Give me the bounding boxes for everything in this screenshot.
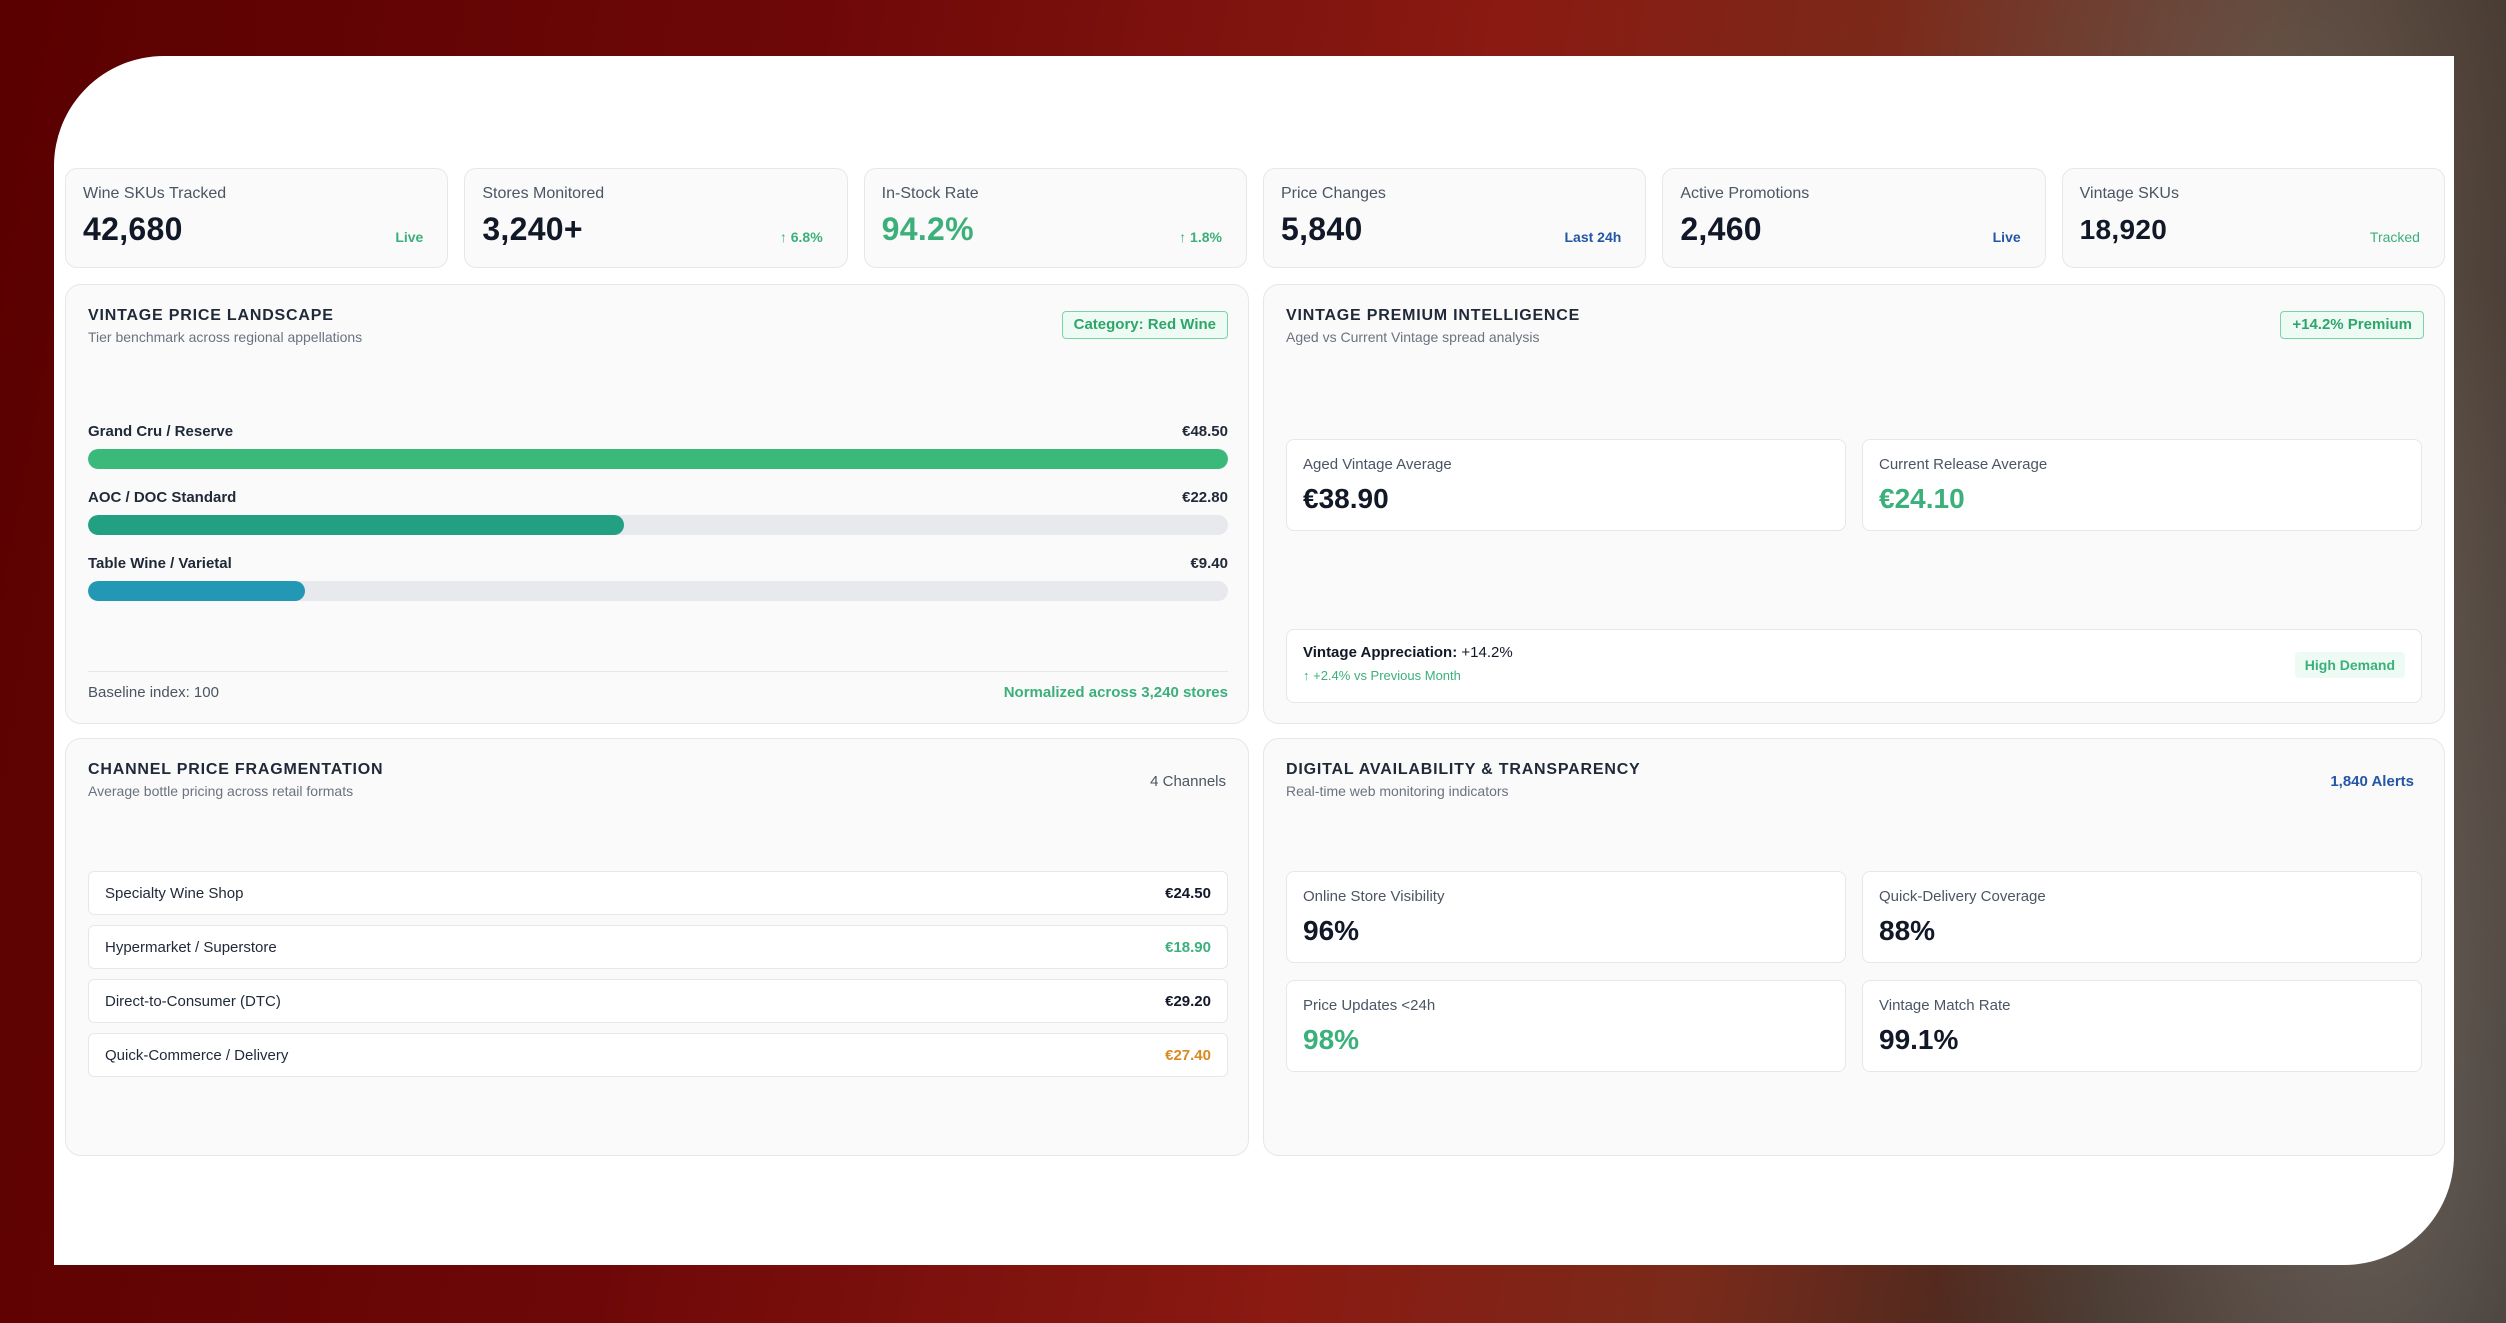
vintage-premium-card: VINTAGE PREMIUM INTELLIGENCE Aged vs Cur… — [1263, 284, 2445, 724]
kpi-label: Wine SKUs Tracked — [83, 185, 227, 202]
card-footer: Baseline index: 100 Normalized across 3,… — [88, 671, 1228, 701]
kpi-label: Stores Monitored — [482, 185, 605, 202]
channel-count: 4 Channels — [1150, 773, 1226, 790]
tier-row: AOC / DOC Standard €22.80 — [88, 489, 1228, 535]
stat-value: €38.90 — [1303, 483, 1389, 514]
high-demand-badge: High Demand — [2294, 652, 2405, 678]
channel-price: €18.90 — [1165, 938, 1211, 956]
kpi-tag: Live — [1992, 229, 2021, 245]
price-updates-stat: Price Updates <24h 98% — [1286, 980, 1846, 1072]
channel-name: Specialty Wine Shop — [105, 884, 244, 902]
channel-name: Hypermarket / Superstore — [105, 938, 277, 956]
appreciation-value: +14.2% — [1461, 644, 1513, 661]
kpi-tag: ↑ 1.8% — [1179, 229, 1222, 245]
channel-price-card: CHANNEL PRICE FRAGMENTATION Average bott… — [65, 738, 1249, 1156]
channel-row: Specialty Wine Shop €24.50 — [88, 871, 1228, 915]
kpi-value: 94.2% — [881, 211, 974, 247]
kpi-label: Price Changes — [1280, 185, 1386, 202]
stat-value: 88% — [1879, 915, 1936, 946]
stat-label: Current Release Average — [1879, 456, 2048, 473]
tier-bar-fill — [88, 449, 1228, 469]
kpi-active-promotions: Active Promotions 2,460 Live — [1662, 168, 2046, 268]
stat-value: 98% — [1303, 1024, 1360, 1055]
kpi-label: Vintage SKUs — [2079, 185, 2179, 202]
channel-price: €29.20 — [1165, 992, 1211, 1010]
stat-label: Aged Vintage Average — [1303, 456, 1452, 473]
channel-row: Hypermarket / Superstore €18.90 — [88, 925, 1228, 969]
channel-price: €24.50 — [1165, 884, 1211, 902]
vintage-match-rate-stat: Vintage Match Rate 99.1% — [1862, 980, 2422, 1072]
channel-name: Quick-Commerce / Delivery — [105, 1046, 289, 1064]
current-release-stat: Current Release Average €24.10 — [1862, 439, 2422, 531]
baseline-index: Baseline index: 100 — [88, 684, 219, 701]
tier-row: Table Wine / Varietal €9.40 — [88, 555, 1228, 601]
kpi-in-stock-rate: In-Stock Rate 94.2% ↑ 1.8% — [863, 168, 1247, 268]
stat-value: 99.1% — [1879, 1024, 1959, 1055]
tier-label: Grand Cru / Reserve — [88, 423, 234, 440]
tier-price: €9.40 — [1190, 555, 1228, 572]
kpi-tag: Tracked — [2369, 229, 2420, 245]
kpi-vintage-skus: Vintage SKUs 18,920 Tracked — [2061, 168, 2445, 268]
tier-price: €22.80 — [1182, 489, 1228, 506]
tier-label: Table Wine / Varietal — [88, 555, 232, 572]
tier-label: AOC / DOC Standard — [88, 489, 237, 506]
kpi-tag: Last 24h — [1564, 229, 1622, 245]
appreciation-trend: ↑ +2.4% vs Previous Month — [1303, 668, 1461, 683]
tier-row: Grand Cru / Reserve €48.50 — [88, 423, 1228, 469]
kpi-tag: Live — [395, 229, 424, 245]
kpi-value: 3,240+ — [482, 211, 583, 247]
kpi-value: 2,460 — [1680, 211, 1762, 247]
alerts-link[interactable]: 1,840 Alerts — [2330, 773, 2414, 790]
aged-vintage-stat: Aged Vintage Average €38.90 — [1286, 439, 1846, 531]
kpi-value: 42,680 — [83, 211, 183, 247]
tier-bar-track — [88, 515, 1228, 535]
kpi-label: In-Stock Rate — [881, 185, 979, 202]
channel-name: Direct-to-Consumer (DTC) — [105, 992, 281, 1010]
card-subtitle: Tier benchmark across regional appellati… — [88, 329, 363, 345]
dashboard-panel: Wine SKUs Tracked 42,680 Live Stores Mon… — [54, 56, 2454, 1265]
kpi-price-changes: Price Changes 5,840 Last 24h — [1262, 168, 1647, 268]
vintage-appreciation-box: Vintage Appreciation: +14.2% ↑ +2.4% vs … — [1286, 629, 2422, 703]
stat-label: Price Updates <24h — [1303, 997, 1436, 1014]
kpi-wine-skus: Wine SKUs Tracked 42,680 Live — [65, 168, 449, 268]
card-subtitle: Real-time web monitoring indicators — [1286, 783, 1509, 799]
stat-value: 96% — [1303, 915, 1360, 946]
stat-label: Quick-Delivery Coverage — [1879, 888, 2046, 905]
digital-availability-card: DIGITAL AVAILABILITY & TRANSPARENCY Real… — [1263, 738, 2445, 1156]
kpi-strip: Wine SKUs Tracked 42,680 Live Stores Mon… — [65, 168, 2445, 268]
quick-delivery-coverage-stat: Quick-Delivery Coverage 88% — [1862, 871, 2422, 963]
card-subtitle: Average bottle pricing across retail for… — [88, 783, 354, 799]
tier-bar-track — [88, 581, 1228, 601]
tier-bar-track — [88, 449, 1228, 469]
online-store-visibility-stat: Online Store Visibility 96% — [1286, 871, 1846, 963]
channel-price: €27.40 — [1165, 1046, 1211, 1064]
card-title: VINTAGE PRICE LANDSCAPE — [88, 307, 334, 324]
tier-bar-fill — [88, 515, 624, 535]
tier-bar-fill — [88, 581, 305, 601]
stat-label: Online Store Visibility — [1303, 888, 1445, 905]
category-badge: Category: Red Wine — [1061, 311, 1228, 339]
stat-label: Vintage Match Rate — [1879, 997, 2011, 1014]
card-title: CHANNEL PRICE FRAGMENTATION — [88, 761, 384, 778]
premium-badge: +14.2% Premium — [2280, 311, 2424, 339]
channel-row: Direct-to-Consumer (DTC) €29.20 — [88, 979, 1228, 1023]
channel-row: Quick-Commerce / Delivery €27.40 — [88, 1033, 1228, 1077]
card-title: VINTAGE PREMIUM INTELLIGENCE — [1286, 307, 1581, 324]
tier-price: €48.50 — [1182, 423, 1228, 440]
kpi-tag: ↑ 6.8% — [779, 229, 823, 245]
card-subtitle: Aged vs Current Vintage spread analysis — [1286, 329, 1540, 345]
vintage-price-landscape-card: VINTAGE PRICE LANDSCAPE Tier benchmark a… — [65, 284, 1249, 724]
normalized-note: Normalized across 3,240 stores — [1003, 684, 1228, 701]
card-title: DIGITAL AVAILABILITY & TRANSPARENCY — [1286, 761, 1641, 778]
stat-value: €24.10 — [1879, 483, 1965, 514]
appreciation-label: Vintage Appreciation: — [1303, 644, 1458, 661]
kpi-stores-monitored: Stores Monitored 3,240+ ↑ 6.8% — [464, 168, 848, 268]
kpi-label: Active Promotions — [1680, 185, 1810, 202]
